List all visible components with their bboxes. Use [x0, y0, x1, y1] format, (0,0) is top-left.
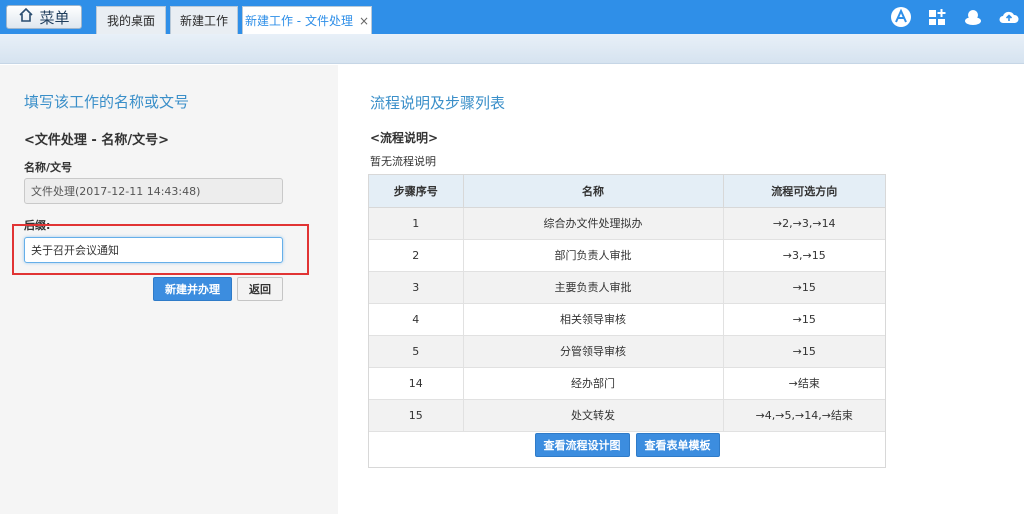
name-cell: 综合办文件处理拟办 — [463, 207, 724, 240]
table-row: 1 综合办文件处理拟办 →2,→3,→14 — [369, 207, 885, 240]
view-flow-design-button[interactable]: 查看流程设计图 — [534, 433, 630, 457]
desc-heading: <流程说明> — [370, 131, 439, 145]
steps-table-panel: 步骤序号 名称 流程可选方向 1 综合办文件处理拟办 →2,→3,→14 2 部… — [368, 174, 886, 468]
tab-label: 新建工作 - 文件处理 — [244, 14, 353, 28]
table-button-group: 查看流程设计图 查看表单模板 — [369, 433, 885, 457]
form-subtitle: <文件处理 - 名称/文号> — [24, 133, 169, 148]
steps-table: 步骤序号 名称 流程可选方向 1 综合办文件处理拟办 →2,→3,→14 2 部… — [369, 175, 885, 432]
menu-label: 菜单 — [39, 8, 70, 27]
name-cell: 部门负责人审批 — [463, 239, 724, 272]
create-and-handle-button[interactable]: 新建并办理 — [153, 277, 232, 301]
toolbar-strip — [0, 34, 1024, 64]
tab-label: 新建工作 — [179, 14, 228, 28]
right-title: 流程说明及步骤列表 — [370, 94, 506, 112]
step-cell: 4 — [369, 303, 464, 336]
name-cell: 处文转发 — [463, 399, 724, 432]
tab-my-desktop[interactable]: 我的桌面 — [96, 6, 166, 34]
step-cell: 15 — [369, 399, 464, 432]
tab-new-work[interactable]: 新建工作 — [170, 6, 238, 34]
table-row: 15 处文转发 →4,→5,→14,→结束 — [369, 399, 885, 432]
close-icon[interactable]: × — [359, 14, 369, 28]
direction-cell: →2,→3,→14 — [723, 207, 885, 240]
header-name: 名称 — [463, 175, 724, 208]
direction-cell: →3,→15 — [723, 239, 885, 272]
table-row: 14 经办部门 →结束 — [369, 367, 885, 400]
tab-new-work-file[interactable]: 新建工作 - 文件处理 × — [242, 6, 372, 34]
left-panel: 填写该工作的名称或文号 <文件处理 - 名称/文号> 名称/文号 文件处理(20… — [0, 65, 338, 514]
view-form-template-button[interactable]: 查看表单模板 — [635, 433, 720, 457]
table-row: 5 分管领导审核 →15 — [369, 335, 885, 368]
table-row: 2 部门负责人审批 →3,→15 — [369, 239, 885, 272]
direction-cell: →15 — [723, 303, 885, 336]
home-icon — [18, 7, 34, 27]
header-direction: 流程可选方向 — [723, 175, 885, 208]
step-cell: 3 — [369, 271, 464, 304]
top-bar: 菜单 我的桌面 新建工作 新建工作 - 文件处理 × — [0, 0, 1024, 34]
name-cell: 经办部门 — [463, 367, 724, 400]
font-icon[interactable] — [890, 6, 912, 28]
direction-cell: →15 — [723, 335, 885, 368]
step-cell: 14 — [369, 367, 464, 400]
step-cell: 2 — [369, 239, 464, 272]
skin-icon[interactable] — [962, 6, 984, 28]
desc-text: 暂无流程说明 — [370, 155, 436, 168]
highlight-frame — [12, 224, 309, 275]
back-button[interactable]: 返回 — [237, 277, 283, 301]
name-cell: 主要负责人审批 — [463, 271, 724, 304]
table-row: 3 主要负责人审批 →15 — [369, 271, 885, 304]
name-field[interactable]: 文件处理(2017-12-11 14:43:48) — [24, 178, 283, 204]
cloud-upload-icon[interactable] — [998, 6, 1020, 28]
left-title: 填写该工作的名称或文号 — [24, 93, 190, 111]
step-cell: 5 — [369, 335, 464, 368]
direction-cell: →15 — [723, 271, 885, 304]
step-cell: 1 — [369, 207, 464, 240]
grid-plus-icon[interactable] — [926, 6, 948, 28]
name-cell: 分管领导审核 — [463, 335, 724, 368]
menu-button[interactable]: 菜单 — [6, 5, 82, 29]
name-cell: 相关领导审核 — [463, 303, 724, 336]
name-label: 名称/文号 — [24, 161, 73, 174]
table-row: 4 相关领导审核 →15 — [369, 303, 885, 336]
header-step: 步骤序号 — [369, 175, 464, 208]
top-icon-group — [876, 0, 1024, 34]
tab-label: 我的桌面 — [106, 14, 155, 28]
name-value: 文件处理(2017-12-11 14:43:48) — [31, 185, 201, 198]
direction-cell: →4,→5,→14,→结束 — [723, 399, 885, 432]
direction-cell: →结束 — [723, 367, 885, 400]
